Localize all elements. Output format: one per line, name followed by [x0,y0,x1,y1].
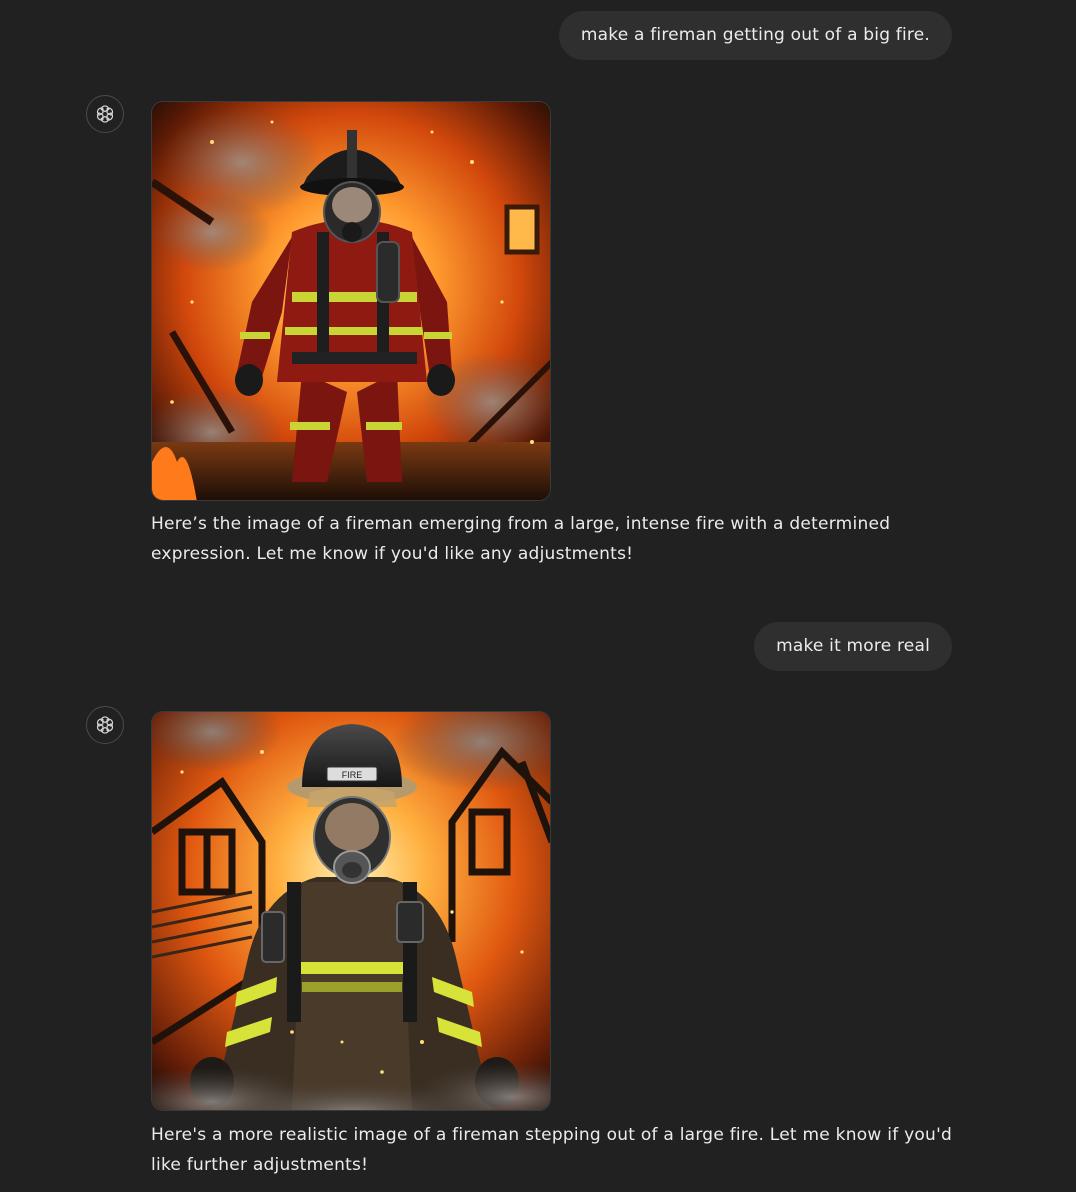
assistant-avatar [86,95,124,133]
fireman-emerging-fire-image [152,102,550,500]
generated-image[interactable]: FIRE [151,711,551,1111]
assistant-avatar [86,706,124,744]
realistic-fireman-fire-image: FIRE [152,712,550,1110]
assistant-message-text: Here's a more realistic image of a firem… [151,1125,953,1175]
openai-logo-icon [96,105,114,123]
openai-logo-icon [96,716,114,734]
generated-image[interactable] [151,101,551,501]
svg-text:FIRE: FIRE [342,770,363,780]
user-message-bubble: make it more real [754,622,952,671]
user-message-bubble: make a fireman getting out of a big fire… [558,11,952,60]
assistant-message-text: Here’s the image of a fireman emerging f… [151,514,891,564]
